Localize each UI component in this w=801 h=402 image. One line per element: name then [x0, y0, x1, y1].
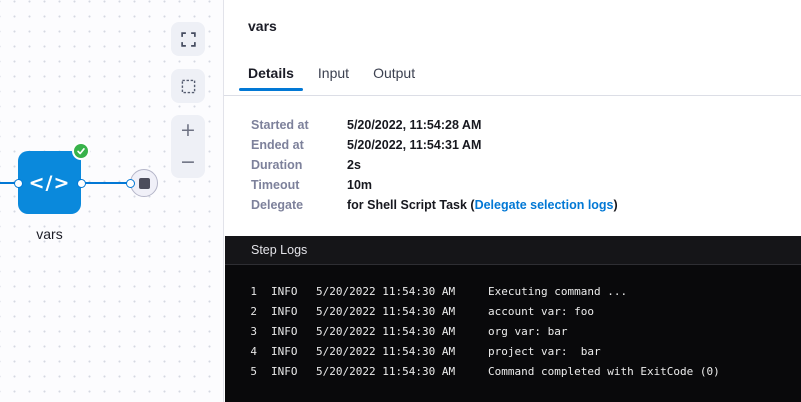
- log-line-number: 2: [225, 302, 257, 322]
- log-line: 1 INFO 5/20/2022 11:54:30 AM Executing c…: [225, 282, 801, 302]
- step-logs-console: Step Logs 1 INFO 5/20/2022 11:54:30 AM E…: [225, 236, 801, 402]
- node-port-right: [77, 179, 86, 188]
- log-message: org var: bar: [488, 322, 801, 342]
- fullscreen-button[interactable]: [171, 22, 205, 56]
- zoom-out-button[interactable]: −: [171, 147, 205, 179]
- tab-output[interactable]: Output: [364, 65, 424, 95]
- log-line: 5 INFO 5/20/2022 11:54:30 AM Command com…: [225, 362, 801, 382]
- detail-label: Duration: [251, 155, 347, 175]
- detail-row-duration: Duration 2s: [251, 155, 801, 175]
- tab-input[interactable]: Input: [309, 65, 358, 95]
- end-node-port: [126, 179, 135, 188]
- step-logs-header: Step Logs: [225, 236, 801, 265]
- edge-outgoing: [80, 182, 130, 184]
- log-level: INFO: [271, 362, 316, 382]
- log-line: 2 INFO 5/20/2022 11:54:30 AM account var…: [225, 302, 801, 322]
- step-node-vars[interactable]: </>: [18, 151, 81, 214]
- stop-square-icon: [139, 178, 150, 189]
- step-logs-body[interactable]: 1 INFO 5/20/2022 11:54:30 AM Executing c…: [225, 265, 801, 382]
- pipeline-step-view: </> vars + − vars Detail: [0, 0, 801, 402]
- log-message: project var: bar: [488, 342, 801, 362]
- detail-row-delegate: Delegate for Shell Script Task (Delegate…: [251, 195, 801, 215]
- detail-value: for Shell Script Task (Delegate selectio…: [347, 195, 618, 215]
- step-logs-title: Step Logs: [251, 243, 307, 257]
- pipeline-graph-canvas[interactable]: </> vars + −: [0, 0, 223, 402]
- log-message: Executing command ...: [488, 282, 801, 302]
- node-port-left: [14, 179, 23, 188]
- log-level: INFO: [271, 342, 316, 362]
- step-node-label: vars: [6, 226, 93, 242]
- detail-label: Delegate: [251, 195, 347, 215]
- log-line-number: 4: [225, 342, 257, 362]
- success-check-icon: [72, 142, 90, 160]
- detail-value: 2s: [347, 155, 361, 175]
- log-line: 3 INFO 5/20/2022 11:54:30 AM org var: ba…: [225, 322, 801, 342]
- log-line-number: 1: [225, 282, 257, 302]
- details-tabbar: Details Input Output: [224, 65, 801, 96]
- zoom-controls: + −: [171, 115, 205, 178]
- log-level: INFO: [271, 302, 316, 322]
- detail-row-started-at: Started at 5/20/2022, 11:54:28 AM: [251, 115, 801, 135]
- detail-row-ended-at: Ended at 5/20/2022, 11:54:31 AM: [251, 135, 801, 155]
- shell-script-icon: </>: [29, 172, 71, 194]
- zoom-in-button[interactable]: +: [171, 115, 205, 147]
- log-line-number: 5: [225, 362, 257, 382]
- detail-label: Timeout: [251, 175, 347, 195]
- detail-label: Started at: [251, 115, 347, 135]
- delegate-value-suffix: ): [614, 198, 618, 212]
- step-title: vars: [224, 0, 801, 34]
- detail-value: 5/20/2022, 11:54:28 AM: [347, 115, 481, 135]
- details-list: Started at 5/20/2022, 11:54:28 AM Ended …: [224, 96, 801, 215]
- log-timestamp: 5/20/2022 11:54:30 AM: [316, 282, 488, 302]
- detail-label: Ended at: [251, 135, 347, 155]
- detail-value: 5/20/2022, 11:54:31 AM: [347, 135, 481, 155]
- tab-details[interactable]: Details: [239, 65, 303, 95]
- log-message: Command completed with ExitCode (0): [488, 362, 801, 382]
- fullscreen-icon: [181, 32, 196, 47]
- log-timestamp: 5/20/2022 11:54:30 AM: [316, 342, 488, 362]
- log-timestamp: 5/20/2022 11:54:30 AM: [316, 362, 488, 382]
- detail-row-timeout: Timeout 10m: [251, 175, 801, 195]
- log-level: INFO: [271, 322, 316, 342]
- log-message: account var: foo: [488, 302, 801, 322]
- detail-value: 10m: [347, 175, 372, 195]
- step-details-panel: vars Details Input Output Started at 5/2…: [223, 0, 801, 402]
- log-timestamp: 5/20/2022 11:54:30 AM: [316, 302, 488, 322]
- log-level: INFO: [271, 282, 316, 302]
- log-line-number: 3: [225, 322, 257, 342]
- log-timestamp: 5/20/2022 11:54:30 AM: [316, 322, 488, 342]
- marquee-select-icon: [181, 79, 196, 94]
- marquee-select-button[interactable]: [171, 69, 205, 103]
- log-line: 4 INFO 5/20/2022 11:54:30 AM project var…: [225, 342, 801, 362]
- delegate-selection-logs-link[interactable]: Delegate selection logs: [475, 198, 614, 212]
- delegate-value-prefix: for Shell Script Task (: [347, 198, 475, 212]
